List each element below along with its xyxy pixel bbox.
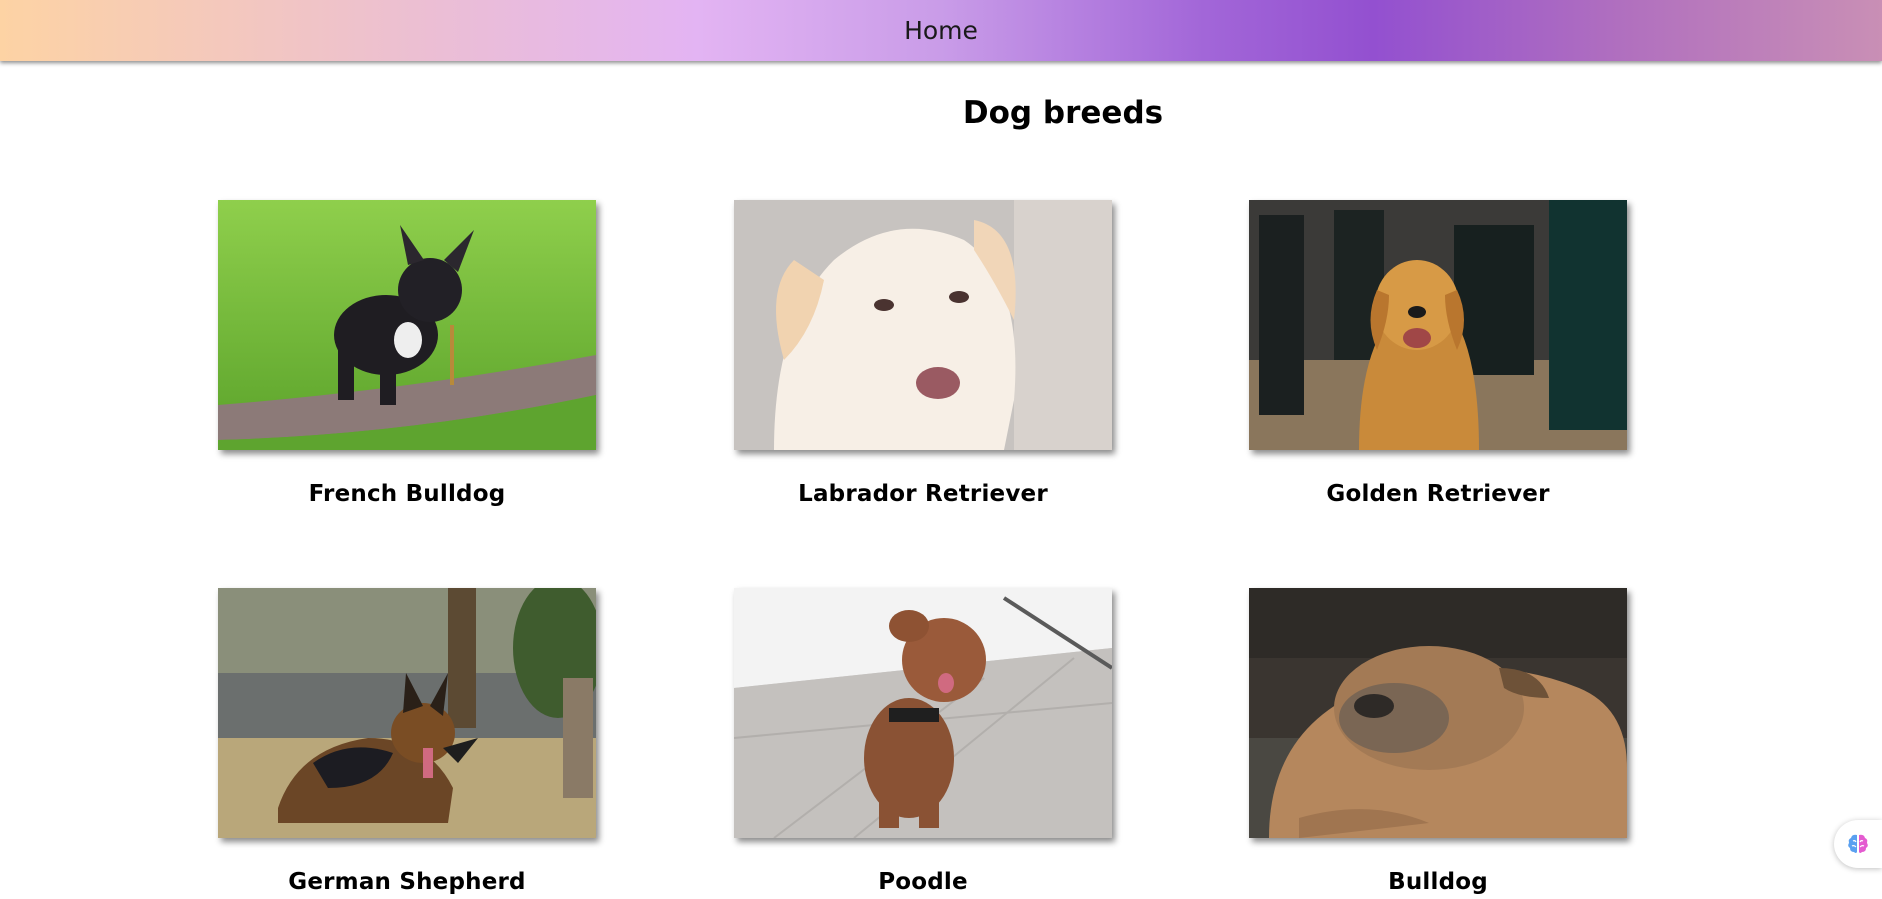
breed-name: Labrador Retriever [798, 481, 1048, 507]
breed-card[interactable]: Labrador Retriever [734, 200, 1112, 507]
labrador-retriever-photo[interactable] [734, 200, 1112, 450]
breed-name: Poodle [878, 869, 968, 895]
breed-card[interactable]: Bulldog [1249, 588, 1627, 895]
bulldog-photo[interactable] [1249, 588, 1627, 838]
breed-card[interactable]: Golden Retriever [1249, 200, 1627, 507]
top-navigation-bar: Home [0, 0, 1882, 61]
breed-name: Golden Retriever [1326, 481, 1550, 507]
breed-name: Bulldog [1388, 869, 1488, 895]
brain-icon [1848, 834, 1868, 853]
breed-card[interactable]: French Bulldog [218, 200, 596, 507]
golden-retriever-photo[interactable] [1249, 200, 1627, 450]
assistant-button[interactable] [1834, 820, 1882, 868]
german-shepherd-photo[interactable] [218, 588, 596, 838]
breed-card[interactable]: German Shepherd [218, 588, 596, 895]
french-bulldog-photo[interactable] [218, 200, 596, 450]
breed-card[interactable]: Poodle [734, 588, 1112, 895]
page-title: Dog breeds [962, 95, 1164, 131]
breed-name: German Shepherd [288, 869, 526, 895]
breed-name: French Bulldog [308, 481, 506, 507]
poodle-photo[interactable] [734, 588, 1112, 838]
home-link[interactable]: Home [0, 0, 1882, 61]
